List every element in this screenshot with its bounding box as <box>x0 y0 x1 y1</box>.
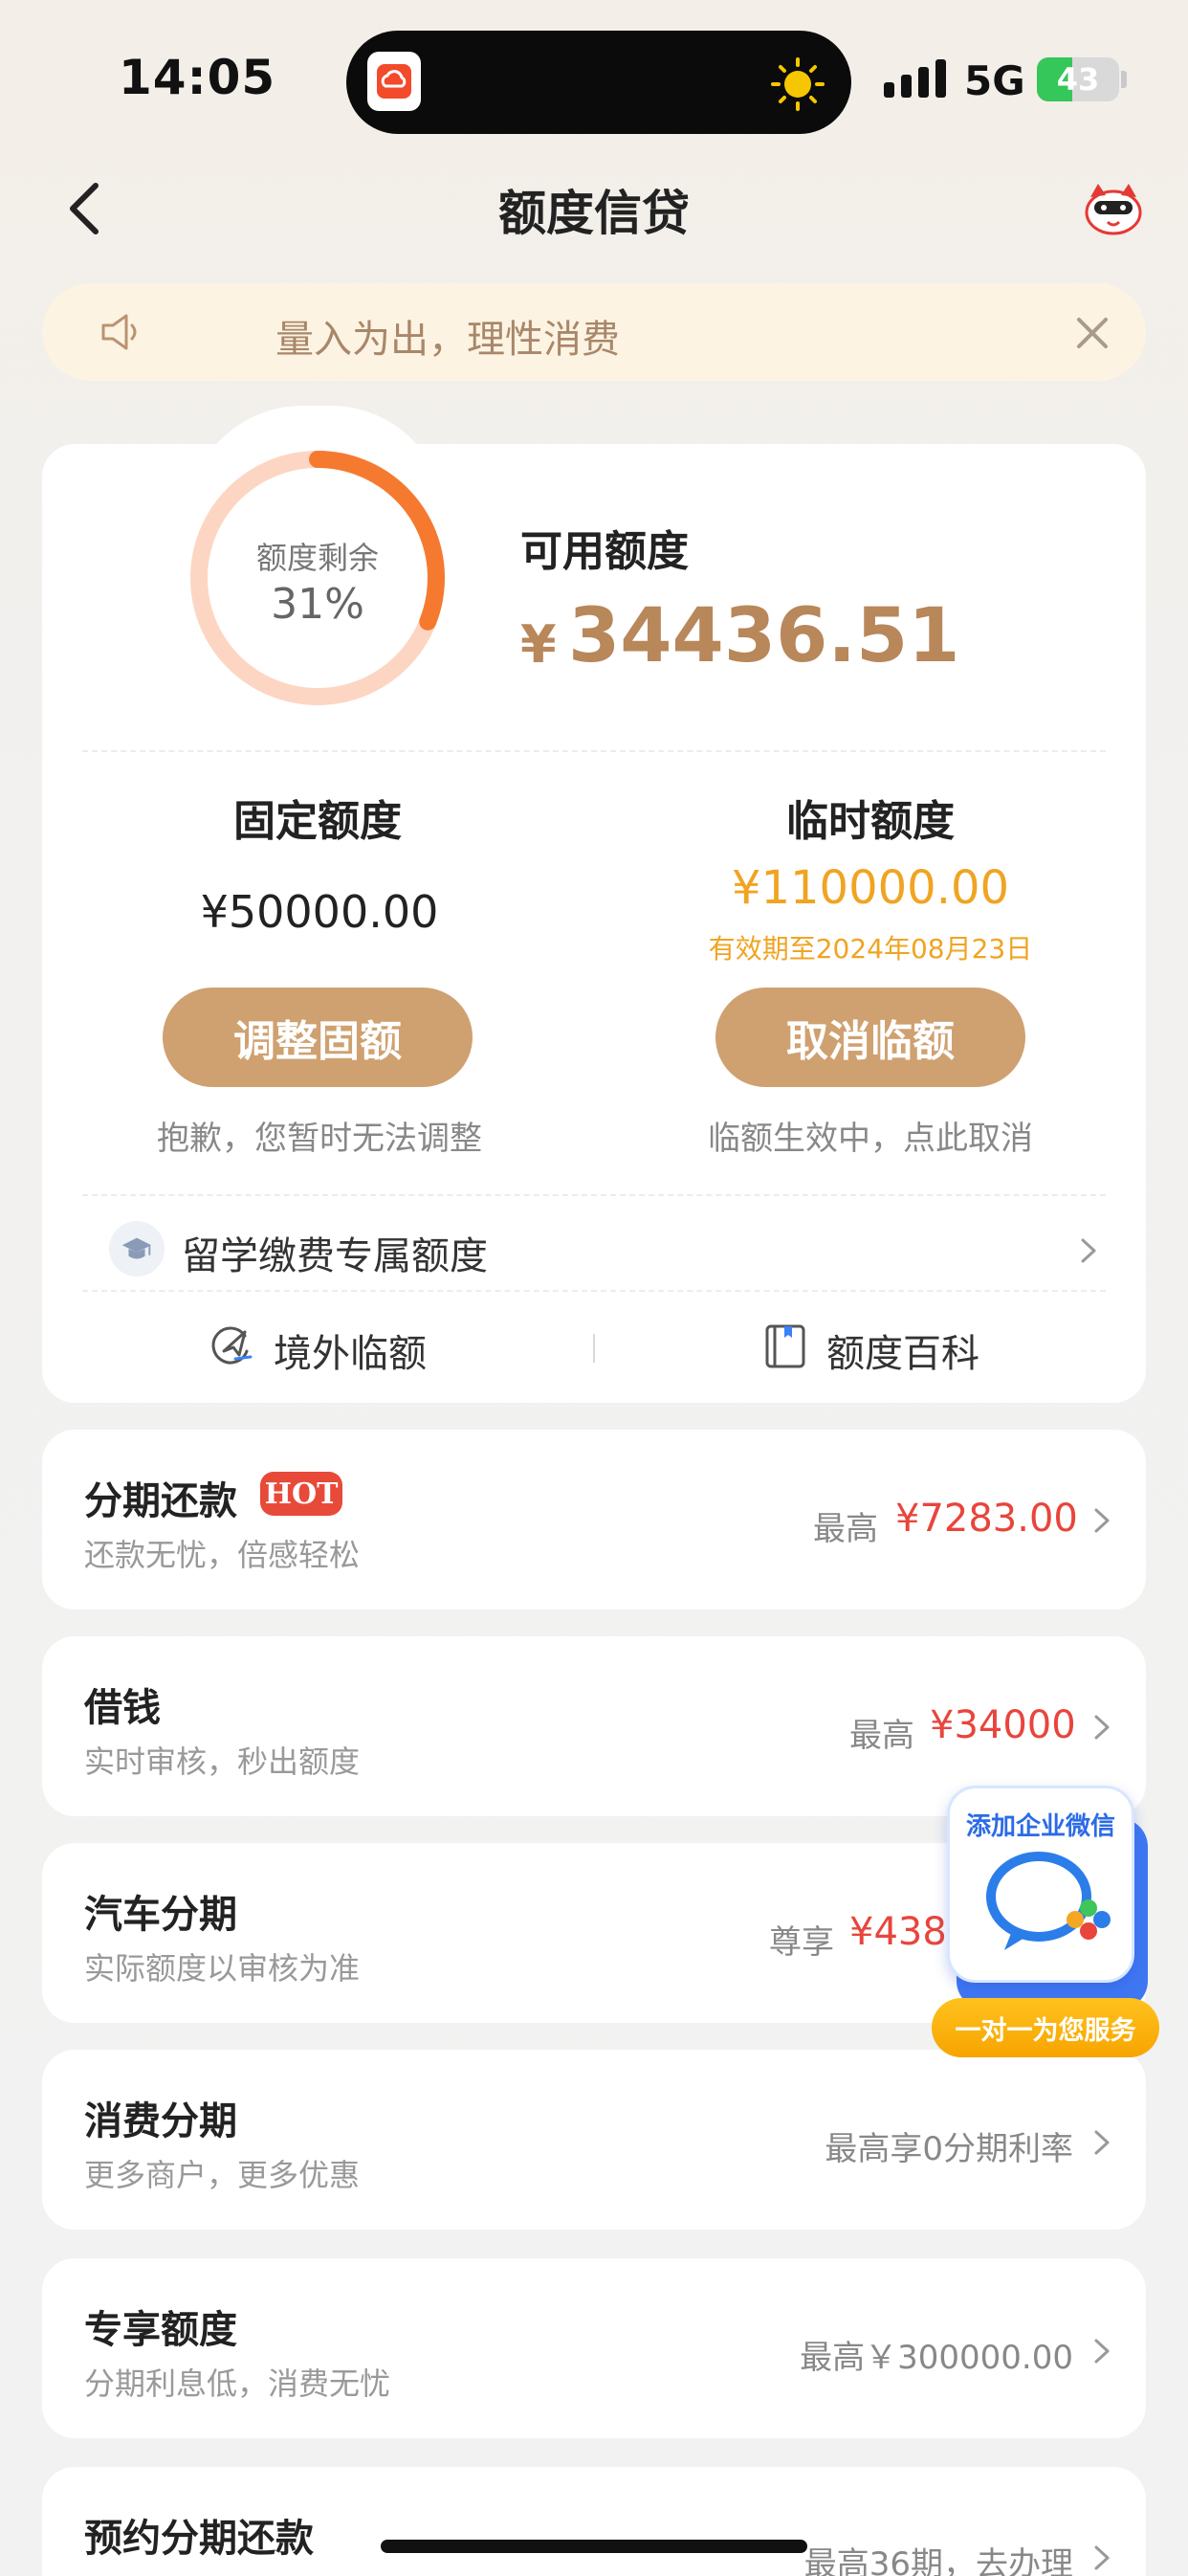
list-item-subtitle: 实际额度以审核为准 <box>84 1950 361 1987</box>
fixed-quota-amount: ¥50000.00 <box>200 886 439 938</box>
list-item-subtitle: 更多商户，更多优惠 <box>84 2157 361 2193</box>
hot-badge: HOT <box>260 1472 342 1516</box>
cancel-temp-button[interactable]: 取消临额 <box>715 988 1025 1087</box>
wecom-widget-title: 添加企业微信 <box>965 1812 1115 1841</box>
chevron-right-icon <box>1094 2339 1110 2364</box>
plane-globe-icon[interactable] <box>207 1322 254 1370</box>
list-item-value: ¥34000 <box>930 1703 1076 1747</box>
temp-quota-note[interactable]: 临额生效中，点此取消 <box>593 1112 1148 1159</box>
list-item-subtitle: 分期利息低，消费无忧 <box>84 2365 391 2402</box>
list-item-title: 分期还款 <box>84 1479 237 1523</box>
available-label: 可用额度 <box>520 527 689 576</box>
app-cloud-icon <box>367 52 421 111</box>
quota-wiki-link[interactable]: 额度百科 <box>826 1322 979 1378</box>
ring-percent: 31% <box>271 580 364 629</box>
fixed-quota-note: 抱歉，您暂时无法调整 <box>157 1120 482 1158</box>
list-item-subtitle: 实时审核，秒出额度 <box>84 1743 361 1780</box>
list-item-right-text: 最高￥300000.00 <box>800 2339 1073 2377</box>
temp-quota-amount: ¥110000.00 <box>731 861 1010 915</box>
page-title: 额度信贷 <box>498 186 690 241</box>
ring-label: 额度剩余 <box>255 540 379 576</box>
list-item-title: 预约分期还款 <box>84 2517 314 2561</box>
battery-icon: 43 <box>1037 57 1119 101</box>
mascot-service-icon[interactable] <box>1081 178 1146 237</box>
currency-symbol: ¥ <box>520 614 557 675</box>
list-item-value: ¥7283.00 <box>895 1497 1078 1541</box>
home-indicator[interactable] <box>381 2540 807 2553</box>
list-item-title: 消费分期 <box>84 2099 237 2143</box>
separator <box>593 1334 595 1363</box>
divider <box>82 1290 1106 1292</box>
available-amount: 34436.51 <box>568 593 960 679</box>
study-abroad-quota-link[interactable]: 留学缴费专属额度 <box>182 1225 488 1280</box>
fixed-quota-title: 固定额度 <box>233 797 402 846</box>
speaker-icon <box>101 314 137 350</box>
book-icon[interactable] <box>761 1322 809 1370</box>
wecom-chat-icon <box>986 1852 1111 1950</box>
chevron-right-icon <box>1094 2545 1110 2570</box>
status-time: 14:05 <box>119 50 276 105</box>
adjust-fixed-button[interactable]: 调整固额 <box>163 988 473 1087</box>
list-item-subtitle: 还款无忧，倍感轻松 <box>84 1537 361 1573</box>
chevron-right-icon <box>1094 1508 1110 1533</box>
wecom-widget-pill[interactable]: 一对一为您服务 <box>932 1998 1159 2057</box>
list-item-prefix: 最高 <box>813 1510 878 1548</box>
divider <box>82 750 1106 752</box>
list-item-value: ¥438 <box>849 1910 947 1954</box>
list-item-prefix: 尊享 <box>769 1923 834 1962</box>
signal-icon <box>884 59 946 98</box>
close-icon[interactable] <box>1071 312 1113 354</box>
sun-icon <box>771 57 825 111</box>
list-item-title: 专享额度 <box>84 2308 237 2352</box>
notice-text: 量入为出，理性消费 <box>275 318 620 362</box>
list-item-prefix: 最高 <box>849 1717 914 1755</box>
list-item-title: 汽车分期 <box>84 1893 237 1937</box>
temp-quota-title: 临时额度 <box>786 797 955 846</box>
quota-ring <box>190 451 445 705</box>
battery-nub <box>1121 71 1127 88</box>
list-item-title: 借钱 <box>84 1686 161 1730</box>
chevron-right-icon <box>1094 2130 1110 2155</box>
temp-quota-validity: 有效期至2024年08月23日 <box>708 933 1033 965</box>
network-type: 5G <box>964 57 1025 104</box>
chevron-right-icon <box>1094 1715 1110 1740</box>
divider <box>82 1194 1106 1196</box>
graduation-cap-icon <box>109 1221 165 1277</box>
chevron-right-icon <box>1081 1238 1096 1263</box>
battery-level: 43 <box>1056 61 1100 98</box>
list-item-right-text: 最高享0分期利率 <box>825 2130 1073 2168</box>
overseas-quota-link[interactable]: 境外临额 <box>274 1322 427 1378</box>
